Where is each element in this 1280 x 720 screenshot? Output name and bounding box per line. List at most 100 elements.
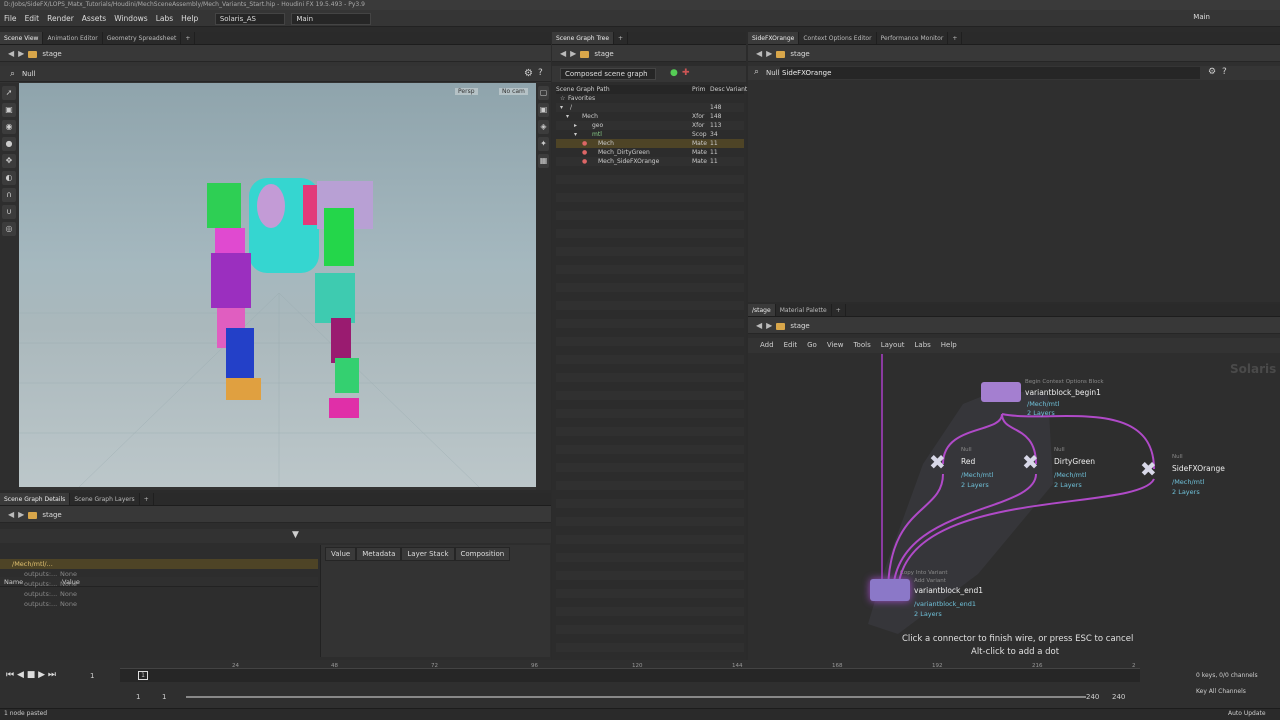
menu-file[interactable]: File bbox=[0, 10, 21, 27]
tree-row[interactable]: ▾ Mech Xfor 148 bbox=[556, 112, 744, 121]
params-path[interactable]: stage bbox=[790, 50, 809, 58]
help-icon[interactable]: ? bbox=[538, 68, 543, 78]
range-start-2[interactable]: 1 bbox=[162, 693, 166, 701]
net-menu-help[interactable]: Help bbox=[936, 338, 962, 353]
back-icon[interactable]: ◀ bbox=[756, 317, 762, 334]
menu-labs[interactable]: Labs bbox=[152, 10, 177, 27]
add-tab-button[interactable]: + bbox=[832, 304, 846, 316]
net-menu-go[interactable]: Go bbox=[802, 338, 822, 353]
add-tab-button[interactable]: + bbox=[948, 32, 963, 44]
main-label[interactable]: Main bbox=[1193, 13, 1210, 21]
tab-stage[interactable]: /stage bbox=[748, 304, 776, 316]
scene-graph-mode-select[interactable]: Composed scene graph bbox=[560, 68, 656, 80]
network-path[interactable]: stage bbox=[790, 322, 809, 330]
key-all-button[interactable]: Key All Channels bbox=[1196, 688, 1246, 695]
tree-row[interactable]: ▾ mtl Scop 34 bbox=[556, 130, 744, 139]
add-tab-button[interactable]: + bbox=[614, 32, 629, 44]
tab-scene-graph-tree[interactable]: Scene Graph Tree bbox=[552, 32, 615, 44]
net-menu-view[interactable]: View bbox=[822, 338, 849, 353]
tab-geometry-spreadsheet[interactable]: Geometry Spreadsheet bbox=[103, 32, 182, 44]
context-select[interactable]: Main bbox=[291, 13, 372, 25]
details-row[interactable]: outputs:... None bbox=[0, 589, 318, 599]
viewport[interactable]: Persp No cam bbox=[19, 83, 536, 487]
light-icon[interactable]: ● bbox=[2, 137, 16, 151]
tab-scene-graph-details[interactable]: Scene Graph Details bbox=[0, 493, 71, 505]
net-menu-edit[interactable]: Edit bbox=[779, 338, 803, 353]
tab-composition[interactable]: Composition bbox=[454, 547, 511, 561]
tab-value[interactable]: Value bbox=[325, 547, 357, 561]
details-row-selected[interactable]: /Mech/mtl/... bbox=[0, 559, 318, 569]
magnet-icon[interactable]: ∪ bbox=[2, 205, 16, 219]
persp-menu[interactable]: Persp bbox=[455, 88, 478, 95]
back-icon[interactable]: ◀ bbox=[560, 45, 566, 62]
camera-menu[interactable]: No cam bbox=[499, 88, 528, 95]
details-path[interactable]: stage bbox=[42, 511, 61, 519]
net-menu-add[interactable]: Add bbox=[748, 338, 779, 353]
tab-sidefxorange[interactable]: SideFXOrange bbox=[748, 32, 800, 44]
collapse-icon[interactable]: ✚ bbox=[682, 68, 690, 78]
menu-windows[interactable]: Windows bbox=[110, 10, 151, 27]
tree-row-selected[interactable]: ● Mech Mate 11 bbox=[556, 139, 744, 148]
timeline-bar[interactable]: 1 bbox=[120, 668, 1140, 682]
filter-icon[interactable]: ● bbox=[670, 68, 678, 78]
snap-icon[interactable]: ∩ bbox=[2, 188, 16, 202]
current-frame[interactable]: 1 bbox=[90, 672, 94, 680]
gear-icon[interactable]: ⚙ bbox=[524, 68, 533, 79]
range-end-2[interactable]: 240 bbox=[1112, 693, 1125, 701]
menu-help[interactable]: Help bbox=[177, 10, 202, 27]
viewer-path[interactable]: stage bbox=[42, 50, 61, 58]
tree-row[interactable]: ● Mech_SideFXOrange Mate 11 bbox=[556, 157, 744, 166]
range-start[interactable]: 1 bbox=[136, 693, 140, 701]
menu-render[interactable]: Render bbox=[43, 10, 78, 27]
forward-icon[interactable]: ▶ bbox=[18, 45, 24, 62]
tab-material-palette[interactable]: Material Palette bbox=[776, 304, 832, 316]
tab-layer-stack[interactable]: Layer Stack bbox=[401, 547, 455, 561]
node-name-field[interactable]: SideFXOrange bbox=[780, 67, 1200, 79]
scenegraph-path[interactable]: stage bbox=[594, 50, 613, 58]
forward-icon[interactable]: ▶ bbox=[766, 317, 772, 334]
filter-icon[interactable]: ▼ bbox=[292, 530, 299, 540]
search-icon[interactable]: ⌕ bbox=[10, 69, 15, 79]
handle-icon[interactable]: ◐ bbox=[2, 171, 16, 185]
range-slider[interactable] bbox=[186, 696, 1086, 698]
range-end[interactable]: 240 bbox=[1086, 693, 1099, 701]
details-row[interactable]: outputs:... None bbox=[0, 579, 318, 589]
help-icon[interactable]: ? bbox=[1222, 67, 1227, 77]
null-node-icon[interactable]: ✖ bbox=[1022, 451, 1048, 473]
view-icon[interactable]: ◎ bbox=[2, 222, 16, 236]
tree-row[interactable]: ● Mech_DirtyGreen Mate 11 bbox=[556, 148, 744, 157]
add-tab-button[interactable]: + bbox=[140, 493, 154, 505]
tree-row[interactable]: ☆ Favorites bbox=[556, 94, 744, 103]
tab-performance-monitor[interactable]: Performance Monitor bbox=[877, 32, 949, 44]
net-menu-layout[interactable]: Layout bbox=[876, 338, 910, 353]
gear-icon[interactable]: ⚙ bbox=[1208, 67, 1216, 77]
tab-metadata[interactable]: Metadata bbox=[356, 547, 402, 561]
tab-scene-graph-layers[interactable]: Scene Graph Layers bbox=[70, 493, 140, 505]
menu-edit[interactable]: Edit bbox=[21, 10, 44, 27]
details-row[interactable]: outputs:... None bbox=[0, 569, 318, 579]
back-icon[interactable]: ◀ bbox=[8, 45, 14, 62]
shading-icon[interactable]: ◈ bbox=[538, 120, 549, 134]
end-node-icon[interactable] bbox=[870, 579, 910, 601]
forward-icon[interactable]: ▶ bbox=[766, 45, 772, 62]
light-bulb-icon[interactable]: ✦ bbox=[538, 137, 549, 151]
desktop-select[interactable]: Solaris_AS bbox=[214, 13, 285, 25]
tree-row[interactable]: ▸ geo Xfor 113 bbox=[556, 121, 744, 130]
null-node-icon[interactable]: ✖ bbox=[929, 451, 955, 473]
forward-icon[interactable]: ▶ bbox=[570, 45, 576, 62]
tab-animation-editor[interactable]: Animation Editor bbox=[43, 32, 103, 44]
net-menu-labs[interactable]: Labs bbox=[910, 338, 936, 353]
tab-scene-view[interactable]: Scene View bbox=[0, 32, 44, 44]
auto-update-button[interactable]: Auto Update bbox=[1228, 710, 1266, 717]
forward-icon[interactable]: ▶ bbox=[18, 506, 24, 523]
move-icon[interactable]: ✥ bbox=[2, 154, 16, 168]
back-icon[interactable]: ◀ bbox=[8, 506, 14, 523]
camera-icon[interactable]: ◉ bbox=[2, 120, 16, 134]
details-row[interactable]: outputs:... None bbox=[0, 599, 318, 609]
begin-node-icon[interactable] bbox=[981, 382, 1021, 402]
tab-context-options[interactable]: Context Options Editor bbox=[799, 32, 877, 44]
grid-icon[interactable]: ▦ bbox=[538, 154, 549, 168]
null-node-icon[interactable]: ✖ bbox=[1140, 458, 1166, 480]
menu-assets[interactable]: Assets bbox=[78, 10, 110, 27]
lock-icon[interactable]: ▣ bbox=[2, 103, 16, 117]
